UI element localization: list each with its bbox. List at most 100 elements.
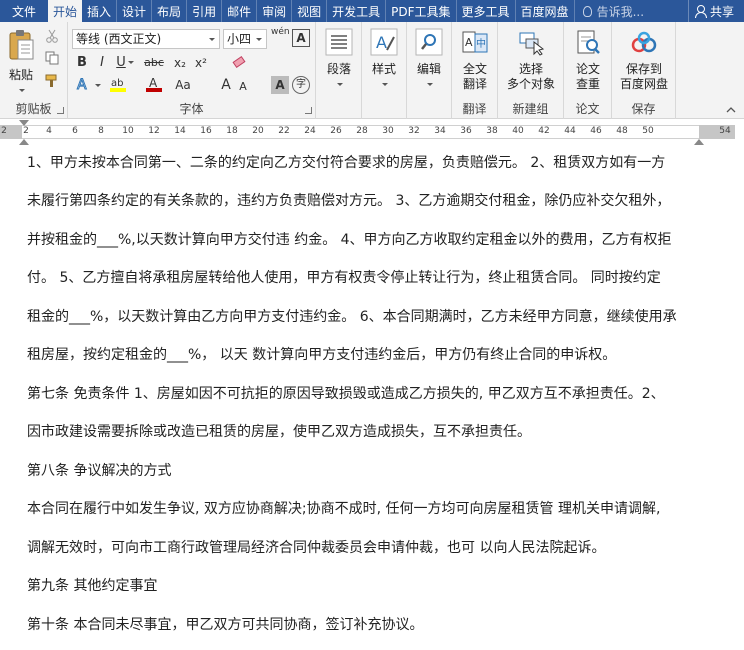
paragraph-icon bbox=[325, 28, 353, 56]
font-size-select[interactable]: 小四 bbox=[223, 29, 267, 49]
ribbon-tab-bar: 文件 开始 插入 设计 布局 引用 邮件 审阅 视图 开发工具 PDF工具集 更… bbox=[0, 0, 744, 22]
tab-mailings[interactable]: 邮件 bbox=[222, 0, 258, 22]
ruler-tick: 40 bbox=[512, 126, 524, 136]
ruler-tick: 48 bbox=[616, 126, 628, 136]
paper-line-1: 论文 bbox=[575, 62, 600, 76]
underline-button[interactable]: U bbox=[114, 53, 136, 73]
cut-icon[interactable] bbox=[45, 29, 59, 43]
ruler-tick: 14 bbox=[174, 126, 186, 136]
italic-label: I bbox=[100, 55, 104, 70]
paper-check-button[interactable]: 论文 查重 bbox=[567, 30, 609, 92]
hanging-indent-marker[interactable] bbox=[19, 139, 29, 145]
text-effects-icon[interactable]: A bbox=[75, 76, 91, 93]
document-page[interactable]: 1、甲方未按本合同第一、二条的约定向乙方交付符合要求的房屋，负责赔偿元。 2、租… bbox=[0, 147, 744, 650]
baidu-netdisk-icon bbox=[631, 31, 657, 53]
italic-button[interactable]: I bbox=[93, 53, 111, 73]
ruler-tick: 38 bbox=[486, 126, 498, 136]
horizontal-ruler[interactable]: 2 2 4 6 8 10 12 14 16 18 20 22 24 26 28 … bbox=[0, 119, 744, 147]
tab-layout[interactable]: 布局 bbox=[152, 0, 188, 22]
right-indent-marker[interactable] bbox=[694, 139, 704, 145]
font-name-value: 等线 (西文正文) bbox=[76, 32, 162, 46]
character-border-icon[interactable]: A bbox=[292, 29, 310, 47]
phonetic-guide-label: wén bbox=[271, 27, 290, 37]
strikethrough-button[interactable]: abc bbox=[141, 53, 167, 73]
ribbon: 粘贴 剪贴板 等线 (西文正文) 小四 wén A B I U abc x₂ x… bbox=[0, 22, 744, 119]
font-launcher[interactable] bbox=[305, 107, 312, 114]
svg-text:中: 中 bbox=[476, 37, 486, 50]
grow-font-button[interactable]: A bbox=[218, 75, 234, 95]
group-label-save: 保存 bbox=[631, 102, 656, 116]
styles-label: 样式 bbox=[371, 62, 396, 76]
ruler-tick: 42 bbox=[538, 126, 550, 136]
paragraph-button[interactable]: 段落 bbox=[320, 28, 358, 92]
shrink-font-button[interactable]: A bbox=[236, 77, 250, 97]
highlight-button[interactable]: ab bbox=[104, 75, 132, 95]
tab-references[interactable]: 引用 bbox=[187, 0, 223, 22]
group-label-font: 字体 bbox=[179, 102, 204, 116]
group-label-paper: 论文 bbox=[575, 102, 600, 116]
share-button[interactable]: 共享 bbox=[687, 0, 744, 22]
format-painter-icon[interactable] bbox=[45, 74, 59, 88]
bold-label: B bbox=[77, 55, 87, 70]
font-color-button[interactable]: A bbox=[140, 75, 168, 95]
tell-me-box[interactable]: 告诉我... bbox=[575, 0, 670, 22]
collapse-ribbon-icon[interactable] bbox=[726, 106, 736, 114]
clipboard-launcher[interactable] bbox=[57, 107, 64, 114]
subscript-button[interactable]: x₂ bbox=[171, 53, 189, 73]
change-case-label: Aa bbox=[175, 78, 191, 92]
group-label-new: 新建组 bbox=[512, 102, 549, 116]
tab-design[interactable]: 设计 bbox=[117, 0, 153, 22]
styles-button[interactable]: A 样式 bbox=[365, 28, 403, 92]
superscript-label: x² bbox=[195, 56, 207, 70]
bold-button[interactable]: B bbox=[73, 53, 91, 73]
doc-line: 并按租金的___%,以天数计算向甲方交付违 约金。 4、甲方向乙方收取约定租金以… bbox=[27, 232, 672, 248]
clear-formatting-icon[interactable] bbox=[231, 54, 247, 70]
character-shading-icon[interactable]: A bbox=[271, 76, 289, 94]
save-line-1: 保存到 bbox=[625, 62, 662, 76]
superscript-button[interactable]: x² bbox=[192, 53, 210, 73]
editing-label: 编辑 bbox=[416, 62, 441, 76]
change-case-button[interactable]: Aa bbox=[172, 75, 194, 95]
group-label-translate: 翻译 bbox=[462, 102, 487, 116]
paper-line-2: 查重 bbox=[575, 77, 600, 91]
save-to-baidu-button[interactable]: 保存到 百度网盘 bbox=[615, 30, 673, 92]
select-multiple-objects-button[interactable]: 选择 多个对象 bbox=[501, 30, 561, 92]
grow-font-label: A bbox=[221, 77, 231, 93]
ruler-tick: 44 bbox=[564, 126, 576, 136]
tab-pdf-tools[interactable]: PDF工具集 bbox=[386, 0, 457, 22]
full-text-translate-button[interactable]: A 中 全文 翻译 bbox=[454, 30, 496, 92]
tab-developer[interactable]: 开发工具 bbox=[327, 0, 387, 22]
tell-me-placeholder: 告诉我... bbox=[596, 4, 645, 19]
font-name-select[interactable]: 等线 (西文正文) bbox=[72, 29, 220, 49]
ruler-tick: 18 bbox=[226, 126, 238, 136]
ruler-tick: 2 bbox=[23, 126, 29, 136]
enclose-characters-icon[interactable]: 字 bbox=[292, 76, 310, 94]
ruler-tick: 20 bbox=[252, 126, 264, 136]
ruler-tick: 32 bbox=[408, 126, 420, 136]
translate-line-2: 翻译 bbox=[462, 77, 487, 91]
copy-icon[interactable] bbox=[45, 51, 59, 65]
ruler-tick: 22 bbox=[278, 126, 290, 136]
translate-icon: A 中 bbox=[462, 31, 488, 53]
group-font: 等线 (西文正文) 小四 wén A B I U abc x₂ x² A ab bbox=[68, 22, 316, 119]
tab-file[interactable]: 文件 bbox=[0, 0, 48, 22]
ruler-tick: 30 bbox=[382, 126, 394, 136]
editing-button[interactable]: 编辑 bbox=[410, 28, 448, 92]
doc-line: 付。 5、乙方擅自将承租房屋转给他人使用，甲方有权责令停止转让行为，终止租赁合同… bbox=[27, 270, 661, 286]
tab-review[interactable]: 审阅 bbox=[257, 0, 293, 22]
paste-button[interactable]: 粘贴 bbox=[3, 28, 39, 98]
tab-insert[interactable]: 插入 bbox=[82, 0, 118, 22]
strikethrough-label: abc bbox=[144, 56, 164, 69]
doc-line: 第七条 免责条件 1、房屋如因不可抗拒的原因导致损毁或造成乙方损失的, 甲乙双方… bbox=[27, 386, 665, 402]
paper-check-icon bbox=[577, 30, 600, 54]
ruler-tick: 26 bbox=[330, 126, 342, 136]
tab-home[interactable]: 开始 bbox=[48, 0, 83, 22]
translate-line-1: 全文 bbox=[462, 62, 487, 76]
tab-view[interactable]: 视图 bbox=[292, 0, 328, 22]
paragraph-label: 段落 bbox=[326, 62, 351, 76]
tab-more-tools[interactable]: 更多工具 bbox=[457, 0, 516, 22]
highlighter-icon: ab bbox=[110, 78, 126, 92]
tab-baidu-netdisk[interactable]: 百度网盘 bbox=[516, 0, 575, 22]
phonetic-guide-button[interactable]: wén bbox=[271, 27, 290, 47]
group-paragraph: 段落 bbox=[316, 22, 362, 119]
